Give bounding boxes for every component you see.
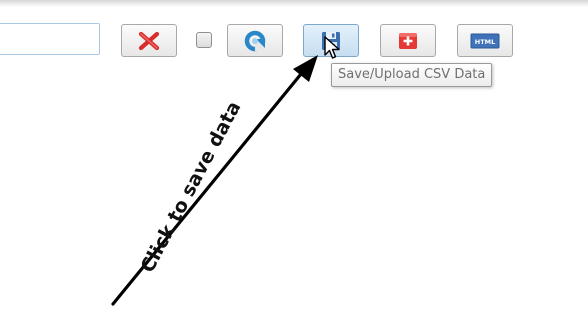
annotation-arrow bbox=[111, 55, 318, 306]
